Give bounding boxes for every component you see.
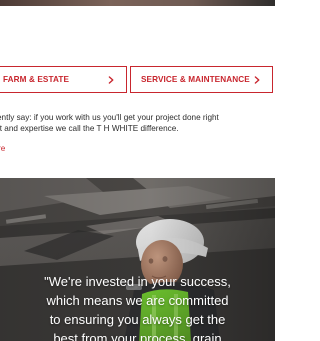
quote-line-4: best from your process, grain bbox=[53, 331, 222, 341]
quote-line-1: "We're invested in your success, bbox=[44, 274, 231, 289]
intro-text: ently say: if you work with us you'll ge… bbox=[0, 112, 275, 134]
service-maintenance-button-label: SERVICE & MAINTENANCE bbox=[141, 75, 250, 84]
chevron-right-icon bbox=[106, 75, 116, 85]
quote-line-3: to ensuring you always get the bbox=[49, 312, 226, 327]
chevron-right-icon bbox=[252, 75, 262, 85]
testimonial-quote: "We're invested in your success, which m… bbox=[0, 272, 275, 341]
service-maintenance-button[interactable]: SERVICE & MAINTENANCE bbox=[130, 66, 273, 93]
quote-line-2: which means we are committed bbox=[46, 293, 229, 308]
read-more-link[interactable]: re bbox=[0, 143, 5, 154]
farm-estate-button-label: FARM & ESTATE bbox=[3, 75, 70, 84]
page: FARM & ESTATE SERVICE & MAINTENANCE entl… bbox=[0, 0, 275, 341]
hero-image-section: "We're invested in your success, which m… bbox=[0, 178, 275, 341]
farm-estate-button[interactable]: FARM & ESTATE bbox=[0, 66, 127, 93]
hero-image-top-edge bbox=[0, 0, 275, 6]
intro-line-2: rt and expertise we call the T H WHITE d… bbox=[0, 124, 179, 133]
intro-line-1: ently say: if you work with us you'll ge… bbox=[0, 113, 219, 122]
